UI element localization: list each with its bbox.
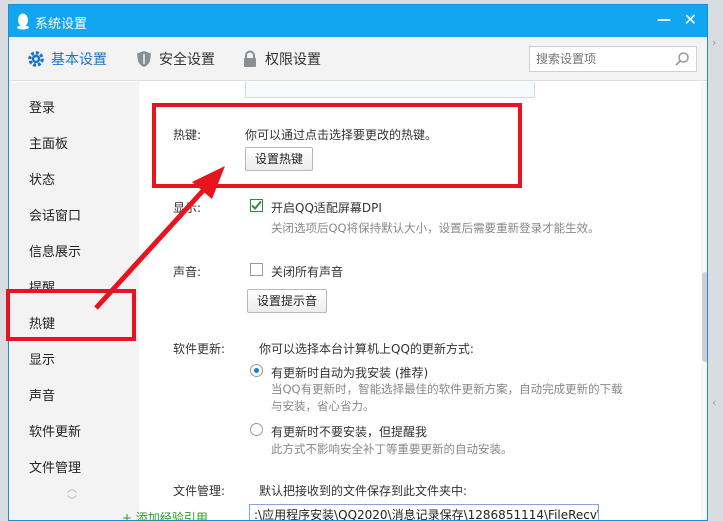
sidebar-item-file-management[interactable]: 文件管理 <box>29 457 81 476</box>
remind-only-hint: 此方式不影响安全补丁等重要更新的自动安装。 <box>271 442 513 456</box>
tab-label: 安全设置 <box>159 52 215 68</box>
tab-label: 基本设置 <box>51 52 107 68</box>
sidebar-item-chat-window[interactable]: 会话窗口 <box>29 205 81 224</box>
remind-only-label[interactable]: 有更新时不要安装，但提醒我 <box>271 423 427 440</box>
mute-all-label[interactable]: 关闭所有声音 <box>271 263 343 280</box>
chevron-up-icon[interactable]: ︿ <box>67 484 77 496</box>
sidebar-item-info-display[interactable]: 信息展示 <box>29 241 81 260</box>
content-scrollbar[interactable] <box>701 82 707 520</box>
sound-label: 声音: <box>173 265 202 279</box>
tab-bar: 基本设置 安全设置 权限设置 <box>9 37 707 81</box>
file-management-description: 默认把接收到的文件保存到此文件夹中: <box>259 484 468 498</box>
download-folder-path[interactable]: :\应用程序安装\QQ2020\消息记录保存\1286851114\FileRe… <box>249 504 599 520</box>
shield-icon <box>137 51 151 67</box>
search-input[interactable] <box>530 47 670 71</box>
dpi-hint: 关闭选项后QQ将保持默认大小，设置后需要重新登录才能生效。 <box>271 221 600 235</box>
auto-install-radio[interactable] <box>250 364 263 377</box>
background-arrow-icon: › <box>712 36 717 49</box>
mute-all-checkbox[interactable] <box>250 263 263 276</box>
display-label: 显示: <box>173 201 202 215</box>
close-button[interactable]: ✕ <box>684 11 697 29</box>
sidebar-item-software-update[interactable]: 软件更新 <box>29 421 81 440</box>
window-title: 系统设置 <box>35 17 88 32</box>
auto-install-hint-line2: 与安装，省心省力。 <box>271 399 375 413</box>
sidebar-item-main-panel[interactable]: 主面板 <box>29 133 68 152</box>
set-notification-sound-button[interactable]: 设置提示音 <box>247 289 328 313</box>
sidebar-scroll-arrows[interactable]: ︿ ﹀ <box>67 484 77 508</box>
search-box[interactable] <box>529 46 697 72</box>
scrollbar-thumb[interactable] <box>702 272 707 362</box>
auto-install-hint-line1: 当QQ有更新时，智能选择最佳的软件更新方案，自动完成更新的下载 <box>271 382 623 396</box>
dpi-checkbox-label[interactable]: 开启QQ适配屏幕DPI <box>271 199 382 216</box>
tab-label: 权限设置 <box>265 52 321 68</box>
highlight-box-hotkey-sidebar <box>6 289 136 341</box>
highlight-box-hotkey-setting <box>152 103 522 188</box>
background-arrow-icon: ‹ <box>712 396 717 409</box>
settings-window: 系统设置 — ✕ 基本设置 安全设置 权限设置 搜索设置项 登录 主面板 状态 … <box>8 4 708 521</box>
qq-penguin-icon <box>17 13 29 30</box>
file-management-label: 文件管理: <box>173 484 226 498</box>
sidebar-item-sound[interactable]: 声音 <box>29 385 55 404</box>
minimize-button[interactable]: — <box>657 11 671 29</box>
lock-icon <box>244 50 256 67</box>
search-icon[interactable] <box>674 51 690 67</box>
sidebar-item-display[interactable]: 显示 <box>29 349 55 368</box>
gear-icon <box>28 51 44 67</box>
background-partial-text: + 添加经验引用 <box>122 511 208 521</box>
update-label: 软件更新: <box>173 342 226 356</box>
title-bar[interactable]: 系统设置 — ✕ <box>9 5 707 37</box>
auto-install-label[interactable]: 有更新时自动为我安装 (推荐) <box>271 364 428 381</box>
checkmark-icon <box>251 200 262 210</box>
sidebar-item-login[interactable]: 登录 <box>29 97 55 116</box>
dpi-checkbox[interactable] <box>250 199 263 212</box>
sidebar-item-status[interactable]: 状态 <box>29 169 55 188</box>
update-description: 你可以选择本台计算机上QQ的更新方式: <box>259 342 474 356</box>
tab-security-settings[interactable]: 安全设置 <box>135 49 215 69</box>
tab-basic-settings[interactable]: 基本设置 <box>27 49 107 69</box>
scrolled-box-edge <box>245 82 535 98</box>
tab-permission-settings[interactable]: 权限设置 <box>241 49 321 69</box>
remind-only-radio[interactable] <box>250 423 263 436</box>
chevron-down-icon[interactable]: ﹀ <box>67 496 77 508</box>
